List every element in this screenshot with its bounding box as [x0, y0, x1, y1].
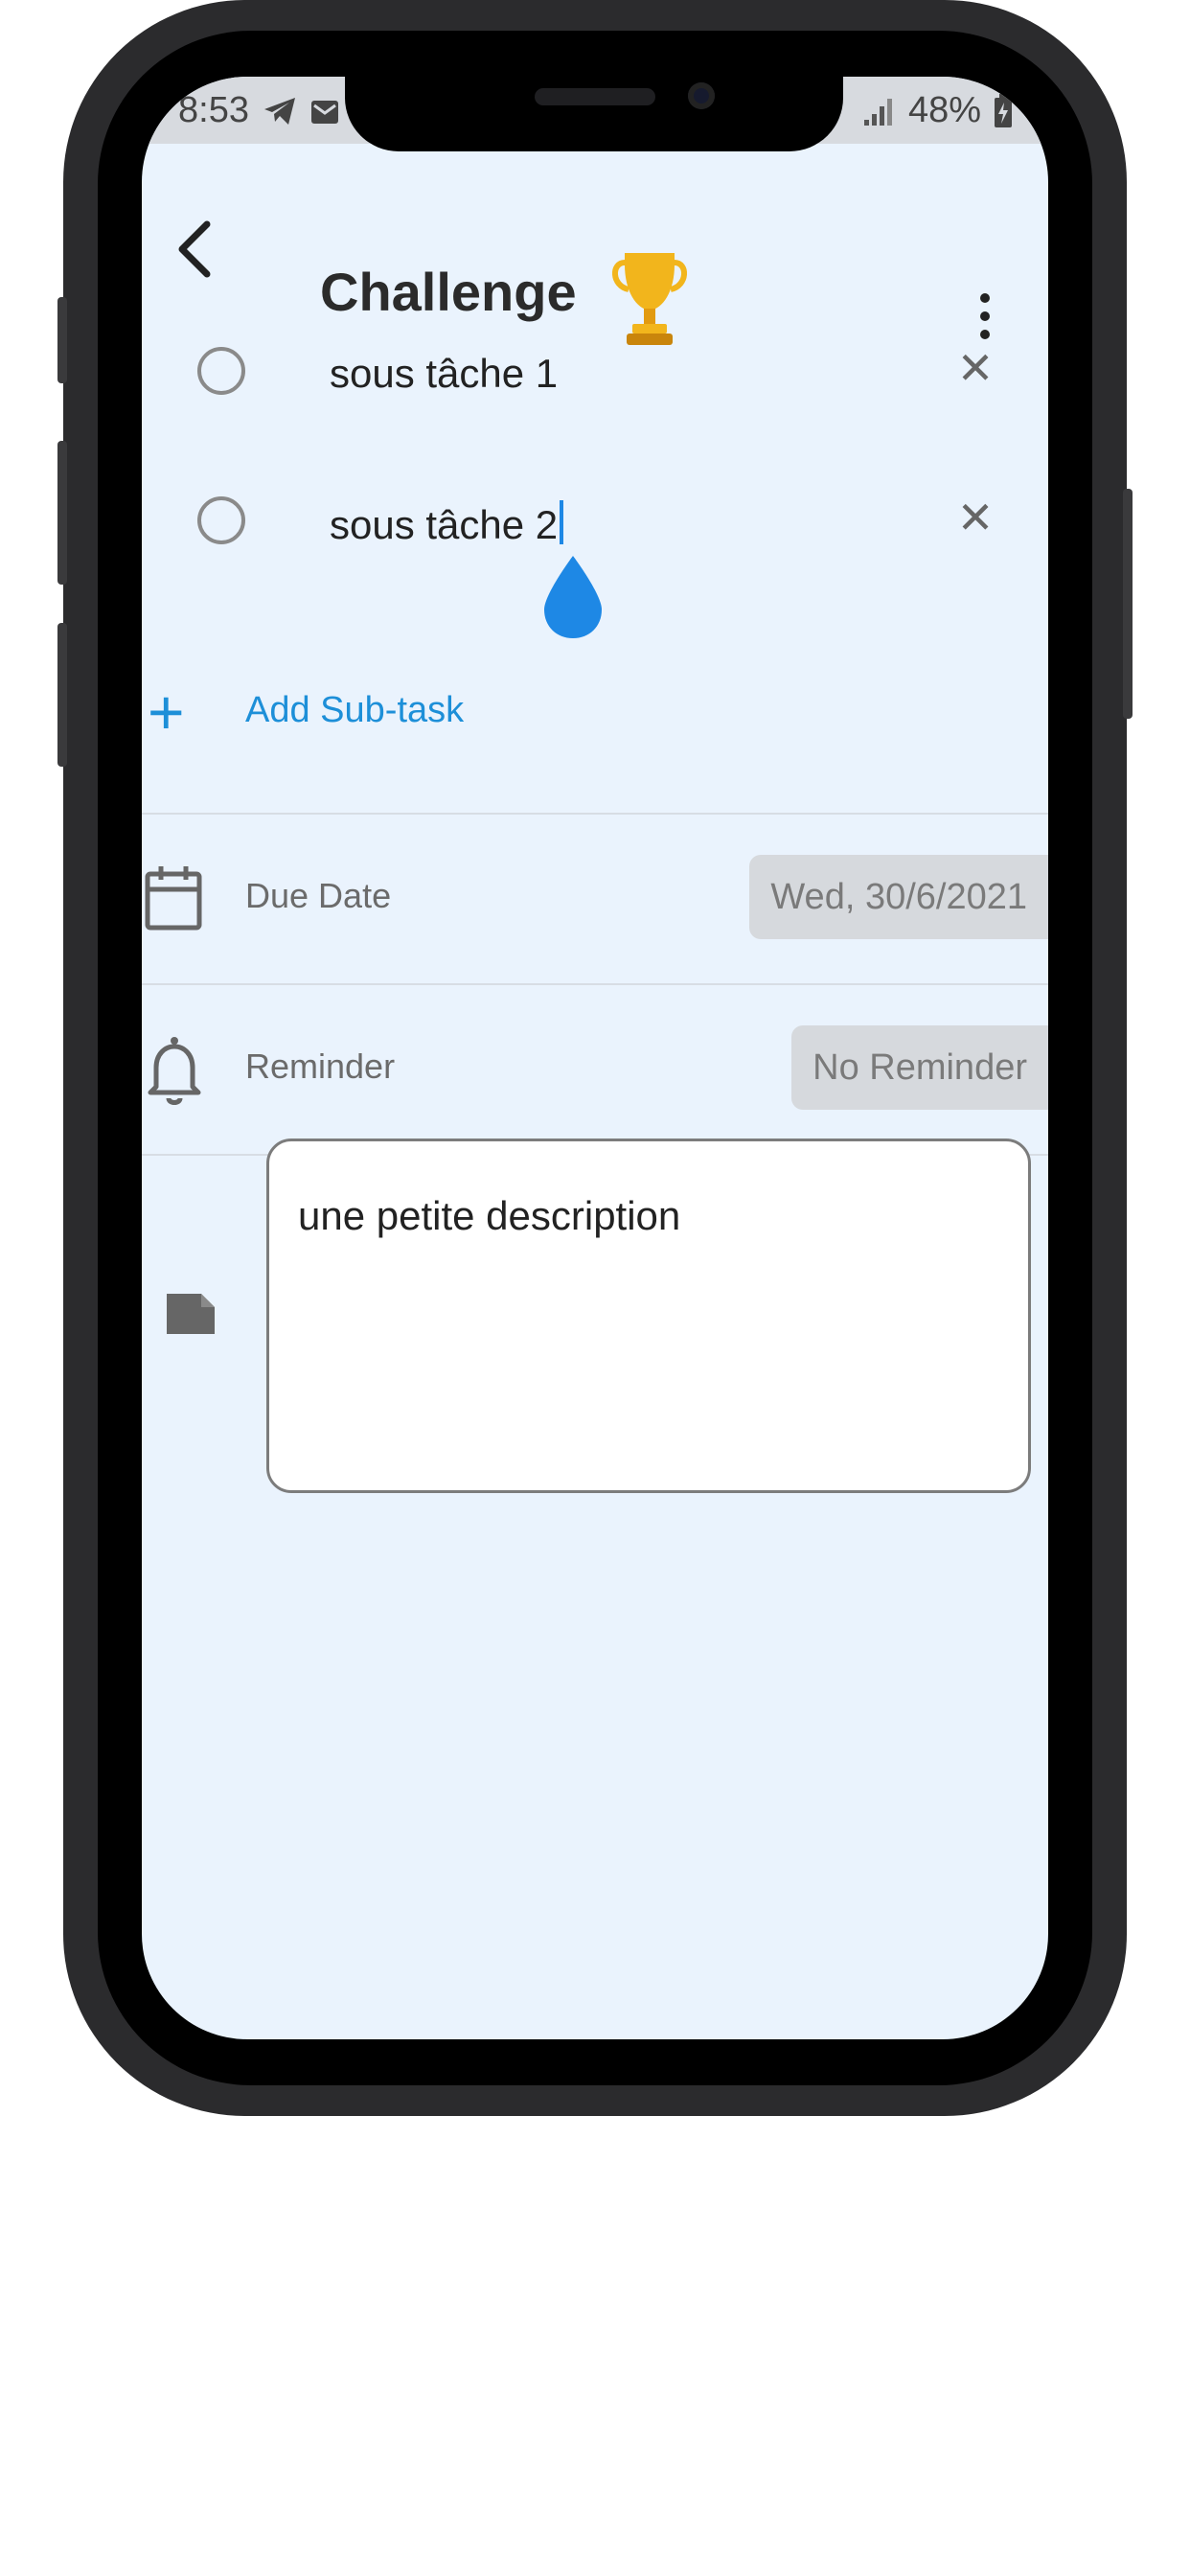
subtask-text: sous tâche 2: [330, 502, 559, 547]
circle-checkbox-icon[interactable]: [197, 347, 245, 395]
mail-icon: [310, 100, 338, 124]
notch: [345, 67, 843, 151]
app-screen: 8:53 48% Challenge sous tâche 1 ✕ sous t…: [142, 77, 1048, 2039]
plus-icon: +: [148, 677, 185, 748]
power-button: [1123, 489, 1133, 719]
due-date-chip[interactable]: Wed, 30/6/2021: [749, 855, 1048, 939]
calendar-icon: [145, 866, 202, 931]
battery-icon: [995, 93, 1012, 127]
text-cursor: [560, 500, 564, 544]
reminder-label: Reminder: [245, 1046, 396, 1086]
volume-up-button: [57, 441, 67, 585]
back-button[interactable]: [155, 211, 232, 288]
more-vert-icon: [980, 293, 990, 303]
front-camera: [688, 82, 715, 109]
circle-checkbox-icon[interactable]: [197, 496, 245, 544]
reminder-chip[interactable]: No Reminder: [791, 1025, 1048, 1110]
close-icon[interactable]: ✕: [947, 339, 1004, 397]
telegram-icon: [263, 97, 295, 125]
side-button: [57, 297, 67, 383]
text-selection-handle[interactable]: [542, 556, 604, 640]
speaker-grille: [535, 88, 655, 105]
add-subtask-button[interactable]: + Add Sub-task: [142, 661, 1048, 757]
status-time: 8:53: [178, 90, 249, 130]
due-date-label: Due Date: [245, 876, 392, 915]
description-text: une petite description: [298, 1193, 681, 1238]
due-date-row[interactable]: Due Date Wed, 30/6/2021: [142, 815, 1048, 983]
signal-icon: [863, 98, 892, 126]
app-bar: Challenge: [142, 172, 1048, 345]
bell-icon: [148, 1037, 201, 1105]
battery-percentage: 48%: [907, 90, 981, 130]
description-field[interactable]: une petite description: [266, 1138, 1031, 1493]
reminder-row[interactable]: Reminder No Reminder: [142, 985, 1048, 1154]
note-icon: [167, 1294, 215, 1334]
close-icon[interactable]: ✕: [947, 489, 1004, 546]
subtask-text-field[interactable]: sous tâche 1: [330, 351, 558, 397]
page-title: Challenge: [320, 262, 577, 322]
volume-down-button: [57, 623, 67, 767]
back-arrow-icon: [178, 220, 211, 278]
subtask-item: sous tâche 1 ✕: [142, 316, 1048, 431]
add-subtask-label: Add Sub-task: [245, 690, 465, 730]
subtask-text-field[interactable]: sous tâche 2: [330, 500, 564, 548]
